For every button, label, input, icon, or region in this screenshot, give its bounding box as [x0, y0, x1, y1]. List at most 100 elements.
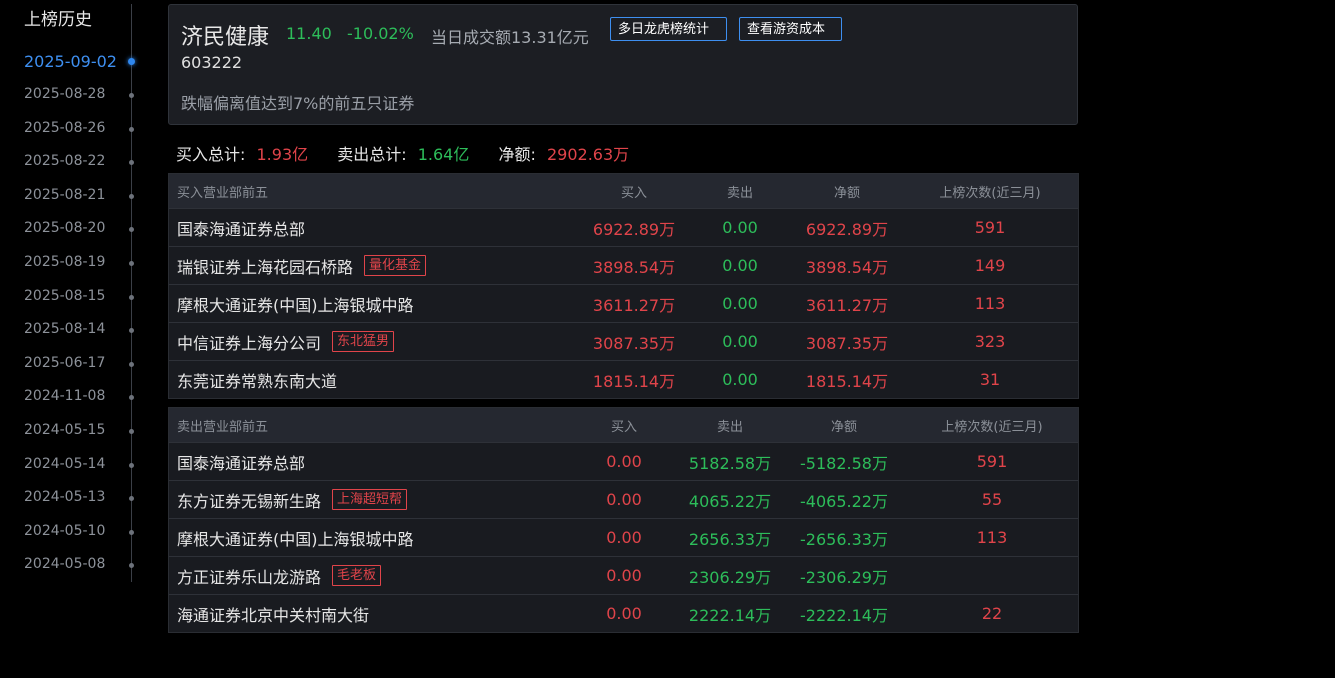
net-value: 3087.35万	[805, 333, 889, 353]
net-value: -5182.58万	[800, 453, 888, 473]
multi-day-stats-button[interactable]: 多日龙虎榜统计	[610, 17, 727, 41]
trader-tag[interactable]: 量化基金	[364, 255, 427, 276]
header-buy: 买入	[610, 419, 638, 435]
broker-name[interactable]: 中信证券上海分公司	[177, 330, 321, 354]
sell-value: 2306.29万	[688, 567, 772, 587]
timeline-dot	[129, 362, 134, 367]
history-date-item[interactable]: 2025-08-21	[24, 187, 105, 203]
history-date-item[interactable]: 2024-05-08	[24, 556, 105, 572]
table-row[interactable]: 方正证券乐山龙游路 毛老板 0.00 2306.29万 -2306.29万	[169, 556, 1078, 594]
header-sell: 卖出	[726, 185, 754, 201]
broker-cell: 海通证券北京中关村南大街	[177, 595, 369, 632]
history-date-item[interactable]: 2025-08-26	[24, 120, 105, 136]
header-count: 上榜次数(近三月)	[941, 419, 1043, 435]
table-row[interactable]: 国泰海通证券总部 0.00 5182.58万 -5182.58万 591	[169, 442, 1078, 480]
broker-cell: 国泰海通证券总部	[177, 209, 305, 246]
buy-value: 0.00	[606, 452, 642, 471]
buy-value: 0.00	[606, 528, 642, 547]
table-body: 国泰海通证券总部 0.00 5182.58万 -5182.58万 591 东方证券无锡新生…	[169, 442, 1078, 632]
table-row[interactable]: 海通证券北京中关村南大街 0.00 2222.14万 -2222.14万 22	[169, 594, 1078, 632]
table-row[interactable]: 东莞证券常熟东南大道 1815.14万 0.00 1815.14万 31	[169, 360, 1078, 398]
broker-name[interactable]: 方正证券乐山龙游路	[177, 564, 321, 588]
header-buy: 买入	[620, 185, 648, 201]
buy-value: 3087.35万	[592, 333, 676, 353]
buy-total-value: 1.93亿	[256, 145, 309, 164]
timeline-dot	[129, 429, 134, 434]
net-value: -2656.33万	[800, 529, 888, 549]
table-row[interactable]: 国泰海通证券总部 6922.89万 0.00 6922.89万 591	[169, 208, 1078, 246]
sell-value: 5182.58万	[688, 453, 772, 473]
history-date-item[interactable]: 2024-05-13	[24, 489, 105, 505]
count-value: 113	[974, 294, 1006, 313]
table-row[interactable]: 中信证券上海分公司 东北猛男 3087.35万 0.00 3087.35万 323	[169, 322, 1078, 360]
history-date-item[interactable]: 2024-05-15	[24, 422, 105, 438]
history-date-item[interactable]: 2025-06-17	[24, 355, 105, 371]
broker-name[interactable]: 国泰海通证券总部	[177, 450, 305, 474]
broker-cell: 东方证券无锡新生路 上海超短帮	[177, 481, 408, 518]
timeline-dot	[129, 261, 134, 266]
hot-money-cost-button[interactable]: 查看游资成本	[739, 17, 842, 41]
timeline-dot	[129, 395, 134, 400]
history-date-item[interactable]: 2024-11-08	[24, 388, 105, 404]
header-broker: 卖出营业部前五	[177, 419, 269, 435]
broker-cell: 方正证券乐山龙游路 毛老板	[177, 557, 382, 594]
history-date-item[interactable]: 2024-05-10	[24, 523, 105, 539]
broker-name[interactable]: 海通证券北京中关村南大街	[177, 602, 369, 626]
history-date-item[interactable]: 2025-08-15	[24, 288, 105, 304]
table-row[interactable]: 东方证券无锡新生路 上海超短帮 0.00 4065.22万 -4065.22万 55	[169, 480, 1078, 518]
sell-value: 0.00	[722, 332, 758, 351]
broker-name[interactable]: 摩根大通证券(中国)上海银城中路	[177, 526, 414, 550]
trader-tag[interactable]: 上海超短帮	[332, 489, 408, 510]
count-value: 31	[979, 370, 1001, 389]
header-net: 净额	[833, 185, 861, 201]
sidebar-title: 上榜历史	[24, 10, 92, 30]
broker-cell: 瑞银证券上海花园石桥路 量化基金	[177, 247, 427, 284]
table-row[interactable]: 摩根大通证券(中国)上海银城中路 3611.27万 0.00 3611.27万 113	[169, 284, 1078, 322]
broker-cell: 东莞证券常熟东南大道	[177, 361, 337, 398]
timeline-dot	[129, 93, 134, 98]
broker-name[interactable]: 东方证券无锡新生路	[177, 488, 321, 512]
net-value: 1815.14万	[805, 371, 889, 391]
stock-change-pct: -10.02%	[347, 24, 414, 43]
stock-price: 11.40	[286, 24, 332, 43]
count-value: 22	[981, 604, 1003, 623]
broker-name[interactable]: 瑞银证券上海花园石桥路	[177, 254, 353, 278]
history-date-item[interactable]: 2025-08-14	[24, 321, 105, 337]
totals-bar: 买入总计: 1.93亿 卖出总计: 1.64亿 净额: 2902.63万	[176, 141, 629, 165]
trader-tag[interactable]: 毛老板	[332, 565, 382, 586]
history-date-item[interactable]: 2024-05-14	[24, 456, 105, 472]
net-value: 3611.27万	[805, 295, 889, 315]
buy-value: 0.00	[606, 566, 642, 585]
broker-name[interactable]: 东莞证券常熟东南大道	[177, 368, 337, 392]
table-row[interactable]: 瑞银证券上海花园石桥路 量化基金 3898.54万 0.00 3898.54万 149	[169, 246, 1078, 284]
history-date-item[interactable]: 2025-08-20	[24, 220, 105, 236]
broker-name[interactable]: 国泰海通证券总部	[177, 216, 305, 240]
sell-total-label: 卖出总计:	[337, 145, 407, 164]
count-value: 55	[981, 490, 1003, 509]
count-value: 149	[974, 256, 1006, 275]
history-date-item[interactable]: 2025-09-02	[24, 52, 117, 71]
sell-value: 0.00	[722, 256, 758, 275]
history-date-item[interactable]: 2025-08-28	[24, 86, 105, 102]
buy-value: 1815.14万	[592, 371, 676, 391]
buy-value: 0.00	[606, 604, 642, 623]
table-header: 买入营业部前五 买入 卖出 净额 上榜次数(近三月)	[169, 174, 1078, 208]
table-row[interactable]: 摩根大通证券(中国)上海银城中路 0.00 2656.33万 -2656.33万 113	[169, 518, 1078, 556]
buy-value: 3611.27万	[592, 295, 676, 315]
header-sell: 卖出	[716, 419, 744, 435]
broker-cell: 中信证券上海分公司 东北猛男	[177, 323, 395, 360]
table-body: 国泰海通证券总部 6922.89万 0.00 6922.89万 591 瑞银证券上海花园石…	[169, 208, 1078, 398]
table-header: 卖出营业部前五 买入 卖出 净额 上榜次数(近三月)	[169, 408, 1078, 442]
stock-header-card: 济民健康 11.40 -10.02% 当日成交额13.31亿元 多日龙虎榜统计 …	[168, 4, 1078, 125]
history-date-item[interactable]: 2025-08-22	[24, 153, 105, 169]
header-count: 上榜次数(近三月)	[939, 185, 1041, 201]
buy-brokers-table: 买入营业部前五 买入 卖出 净额 上榜次数(近三月) 国泰海通证券总部 6922.…	[168, 173, 1079, 399]
broker-name[interactable]: 摩根大通证券(中国)上海银城中路	[177, 292, 414, 316]
count-value: 113	[976, 528, 1008, 547]
trader-tag[interactable]: 东北猛男	[332, 331, 395, 352]
timeline-dot	[128, 58, 135, 65]
timeline-dot	[129, 328, 134, 333]
timeline-dot	[129, 295, 134, 300]
history-date-item[interactable]: 2025-08-19	[24, 254, 105, 270]
net-total-label: 净额:	[498, 145, 536, 164]
